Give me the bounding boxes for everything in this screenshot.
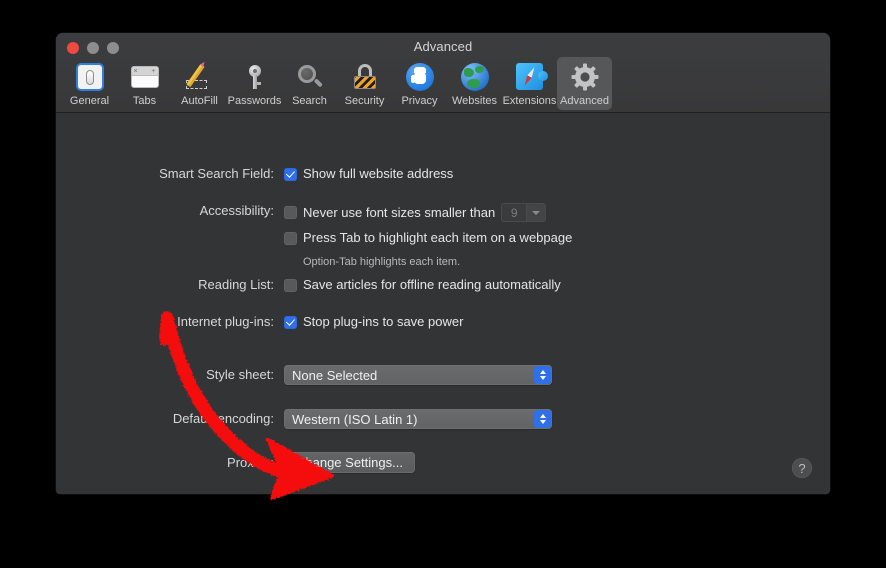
toolbar-item-search[interactable]: Search — [282, 57, 337, 110]
toolbar-label-general: General — [69, 95, 110, 107]
field-reading-list: Save articles for offline reading automa… — [284, 277, 561, 296]
chevron-down-icon[interactable] — [526, 203, 547, 222]
hand-icon — [404, 61, 436, 93]
checkbox-show-full-website-address[interactable]: Show full website address — [284, 166, 453, 182]
checkbox-label: Press Tab to highlight each item on a we… — [303, 230, 573, 245]
toolbar-item-passwords[interactable]: Passwords — [227, 57, 282, 110]
toolbar-label-autofill: AutoFill — [181, 95, 218, 107]
checkbox-minimum-font-size[interactable]: Never use font sizes smaller than — [284, 205, 495, 221]
row-default-encoding: Default encoding: Western (ISO Latin 1) — [56, 409, 552, 429]
toolbar-label-security: Security — [344, 95, 385, 107]
globe-icon — [459, 61, 491, 93]
checkbox-label: Save articles for offline reading automa… — [303, 277, 561, 292]
style-sheet-popup-button[interactable]: None Selected — [284, 365, 552, 385]
chevron-up-down-icon[interactable] — [534, 410, 551, 428]
toolbar-item-tabs[interactable]: × + Tabs — [117, 57, 172, 110]
toolbar-label-tabs: Tabs — [132, 95, 157, 107]
font-size-stepper[interactable]: 9 — [501, 203, 547, 222]
checkbox-stop-plugins-save-power[interactable]: Stop plug-ins to save power — [284, 314, 463, 330]
toolbar-label-privacy: Privacy — [401, 95, 438, 107]
toolbar-item-security[interactable]: Security — [337, 57, 392, 110]
checkbox-save-articles-offline[interactable]: Save articles for offline reading automa… — [284, 277, 561, 293]
checkbox-box[interactable] — [284, 231, 297, 245]
chevron-up-down-icon[interactable] — [534, 366, 551, 384]
preferences-window: Advanced General × + Tabs AutoFill Passw… — [56, 33, 830, 494]
toolbar-label-search: Search — [292, 95, 327, 107]
style-sheet-value: None Selected — [292, 367, 378, 383]
gear-icon — [569, 61, 601, 93]
row-proxies: Proxies: Change Settings... — [56, 452, 415, 473]
window-titlebar: Advanced General × + Tabs AutoFill Passw… — [56, 33, 830, 113]
default-encoding-popup-button[interactable]: Western (ISO Latin 1) — [284, 409, 552, 429]
row-style-sheet: Style sheet: None Selected — [56, 365, 552, 385]
tabs-icon: × + — [129, 61, 161, 93]
row-internet-plugins: Internet plug-ins: Stop plug-ins to save… — [56, 314, 463, 333]
change-settings-button[interactable]: Change Settings... — [284, 452, 415, 473]
toolbar-label-websites: Websites — [451, 95, 498, 107]
autofill-icon — [184, 61, 216, 93]
magnifier-icon — [294, 61, 326, 93]
preferences-toolbar: General × + Tabs AutoFill Passwords Sear… — [62, 57, 830, 110]
row-smart-search-field: Smart Search Field: Show full website ad… — [56, 166, 453, 185]
label-accessibility: Accessibility: — [199, 203, 274, 218]
checkbox-label: Stop plug-ins to save power — [303, 314, 464, 329]
toolbar-label-extensions: Extensions — [502, 95, 557, 107]
label-reading-list: Reading List: — [198, 277, 274, 292]
label-smart-search-field: Smart Search Field: — [159, 166, 274, 181]
font-size-value: 9 — [501, 203, 527, 222]
general-icon — [74, 61, 106, 93]
toolbar-item-advanced[interactable]: Advanced — [557, 57, 612, 110]
checkbox-box[interactable] — [284, 278, 297, 292]
label-default-encoding: Default encoding: — [172, 411, 274, 426]
puzzle-icon — [514, 61, 548, 93]
toolbar-item-privacy[interactable]: Privacy — [392, 57, 447, 110]
toolbar-label-passwords: Passwords — [227, 95, 282, 107]
checkbox-press-tab-highlight[interactable]: Press Tab to highlight each item on a we… — [284, 230, 572, 246]
checkbox-label: Never use font sizes smaller than — [303, 204, 496, 220]
checkbox-label: Show full website address — [303, 166, 454, 181]
accessibility-hint: Option-Tab highlights each item. — [303, 255, 461, 268]
key-icon — [239, 61, 271, 93]
label-internet-plugins: Internet plug-ins: — [177, 314, 274, 329]
row-reading-list: Reading List: Save articles for offline … — [56, 277, 561, 296]
field-smart-search-field: Show full website address — [284, 166, 453, 185]
toolbar-item-websites[interactable]: Websites — [447, 57, 502, 110]
padlock-icon — [349, 61, 381, 93]
toolbar-item-general[interactable]: General — [62, 57, 117, 110]
toolbar-item-extensions[interactable]: Extensions — [502, 57, 557, 110]
default-encoding-value: Western (ISO Latin 1) — [292, 411, 418, 427]
row-accessibility: Accessibility: Never use font sizes smal… — [56, 203, 572, 270]
checkbox-box[interactable] — [284, 315, 297, 329]
label-style-sheet: Style sheet: — [206, 367, 274, 382]
field-internet-plugins: Stop plug-ins to save power — [284, 314, 463, 333]
advanced-settings-pane: Smart Search Field: Show full website ad… — [56, 114, 830, 494]
label-proxies: Proxies: — [227, 454, 274, 470]
checkbox-box[interactable] — [284, 167, 297, 181]
toolbar-label-advanced: Advanced — [560, 95, 609, 107]
help-button[interactable]: ? — [792, 458, 812, 478]
checkbox-box[interactable] — [284, 206, 297, 219]
field-accessibility: Never use font sizes smaller than 9 Pres… — [284, 203, 572, 270]
toolbar-item-autofill[interactable]: AutoFill — [172, 57, 227, 110]
window-title: Advanced — [413, 39, 473, 54]
